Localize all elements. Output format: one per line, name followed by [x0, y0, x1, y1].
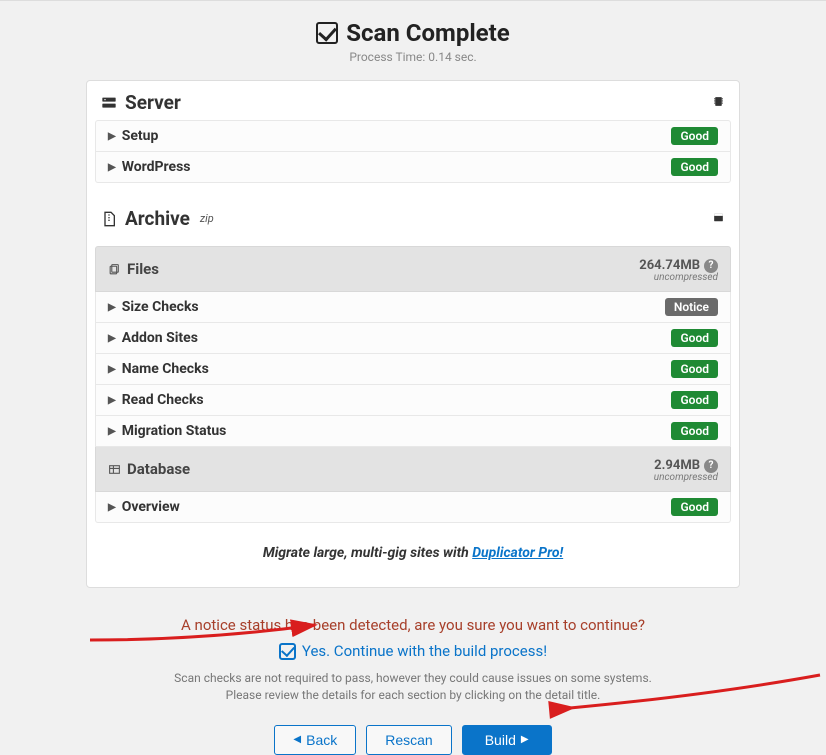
row-label: Overview	[122, 499, 180, 515]
files-row-migration-status[interactable]: ▶ Migration Status Good	[95, 416, 731, 447]
row-label: Addon Sites	[122, 330, 198, 346]
caret-right-icon: ▶	[108, 395, 116, 406]
server-icon	[101, 95, 117, 111]
database-uncompressed: uncompressed	[654, 472, 718, 483]
database-title: Database	[127, 460, 190, 478]
status-badge: Good	[671, 422, 718, 440]
row-label: Migration Status	[122, 423, 227, 439]
build-button[interactable]: Build ▶	[462, 725, 552, 755]
row-label: Read Checks	[122, 392, 204, 408]
archive-suffix: zip	[200, 212, 214, 225]
chip-icon	[712, 93, 725, 112]
files-row-size-checks[interactable]: ▶ Size Checks Notice	[95, 292, 731, 323]
table-icon	[108, 463, 121, 476]
files-title: Files	[127, 260, 159, 278]
status-badge: Good	[671, 360, 718, 378]
server-row-setup[interactable]: ▶ Setup Good	[95, 120, 731, 152]
status-badge: Good	[671, 127, 718, 145]
continue-checkbox[interactable]	[279, 643, 296, 660]
action-buttons: ◀ Back Rescan Build ▶	[0, 725, 826, 755]
files-row-name-checks[interactable]: ▶ Name Checks Good	[95, 354, 731, 385]
row-label: Name Checks	[122, 361, 209, 377]
files-icon	[108, 263, 121, 276]
scan-header: Scan Complete Process Time: 0.14 sec.	[0, 1, 826, 72]
caret-right-icon: ▶	[108, 302, 116, 313]
notice-warning: A notice status has been detected, are y…	[0, 616, 826, 634]
row-label: WordPress	[122, 159, 191, 175]
files-row-read-checks[interactable]: ▶ Read Checks Good	[95, 385, 731, 416]
scan-subtitle: Process Time: 0.14 sec.	[0, 50, 826, 64]
promo-text: Migrate large, multi-gig sites with Dupl…	[87, 523, 739, 587]
caret-right-icon: ▶	[108, 426, 116, 437]
status-badge: Good	[671, 329, 718, 347]
window-icon	[712, 209, 725, 228]
status-badge: Good	[671, 498, 718, 516]
caret-right-icon: ▶	[108, 162, 116, 173]
continue-label: Yes. Continue with the build process!	[302, 642, 547, 660]
row-label: Size Checks	[122, 299, 199, 315]
files-size: 264.74MB	[639, 258, 700, 273]
caret-right-icon: ▶	[108, 502, 116, 513]
rescan-button[interactable]: Rescan	[366, 725, 451, 755]
help-icon[interactable]: ?	[704, 259, 718, 273]
server-section-header: Server	[87, 81, 739, 120]
caret-right-icon: ▶	[108, 364, 116, 375]
archive-title: Archive	[125, 207, 190, 230]
database-subheader: Database 2.94MB ? uncompressed	[95, 447, 731, 492]
server-row-wordpress[interactable]: ▶ WordPress Good	[95, 152, 731, 183]
archive-section-header: Archive zip	[87, 191, 739, 236]
files-uncompressed: uncompressed	[639, 272, 718, 283]
caret-right-icon: ▶	[108, 333, 116, 344]
database-size: 2.94MB	[654, 458, 700, 473]
help-text: Scan checks are not required to pass, ho…	[0, 670, 826, 705]
files-subheader: Files 264.74MB ? uncompressed	[95, 246, 731, 292]
promo-link[interactable]: Duplicator Pro!	[472, 545, 563, 561]
caret-right-icon: ▶	[521, 734, 529, 745]
scan-panel: Server ▶ Setup Good ▶ WordPress Good Arc…	[86, 80, 740, 588]
status-badge: Good	[671, 158, 718, 176]
status-badge: Notice	[665, 298, 718, 316]
scan-title: Scan Complete	[346, 19, 509, 47]
check-complete-icon	[316, 22, 338, 44]
server-title: Server	[125, 91, 181, 114]
caret-left-icon: ◀	[293, 734, 301, 745]
back-button[interactable]: ◀ Back	[274, 725, 356, 755]
database-row-overview[interactable]: ▶ Overview Good	[95, 492, 731, 523]
row-label: Setup	[122, 128, 159, 144]
archive-file-icon	[101, 211, 117, 227]
files-row-addon-sites[interactable]: ▶ Addon Sites Good	[95, 323, 731, 354]
caret-right-icon: ▶	[108, 131, 116, 142]
help-icon[interactable]: ?	[704, 459, 718, 473]
status-badge: Good	[671, 391, 718, 409]
